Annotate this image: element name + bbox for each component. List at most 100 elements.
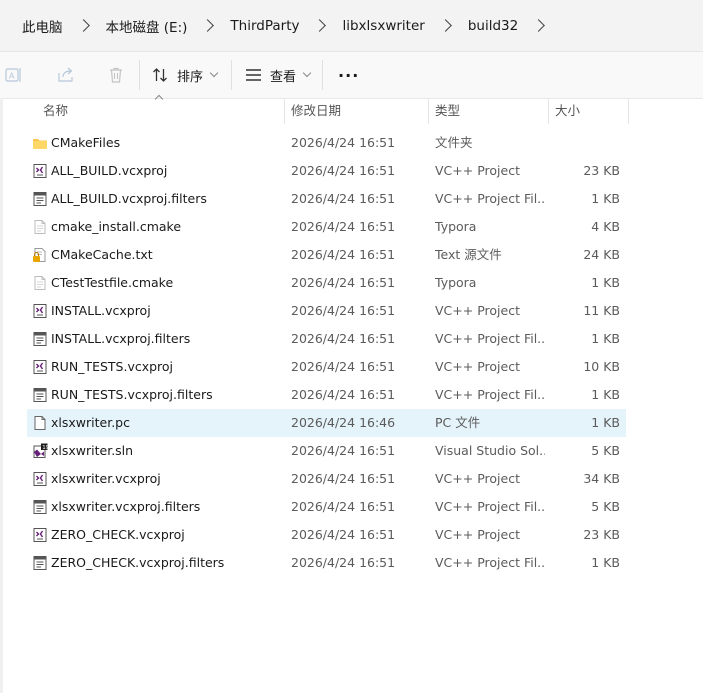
column-header-name[interactable]: 名称: [43, 98, 283, 124]
file-type: VC++ Project Fil...: [435, 331, 545, 346]
file-size: 1 KB: [591, 555, 620, 570]
file-row[interactable]: RUN_TESTS.vcxproj 2026/4/24 16:51 VC++ Pro…: [27, 353, 626, 381]
file-type: Typora: [435, 219, 477, 234]
chevron-right-icon[interactable]: [201, 19, 215, 32]
file-row[interactable]: ALL_BUILD.vcxproj 2026/4/24 16:51 VC++ Pro…: [27, 157, 626, 185]
more-icon: ···: [338, 65, 360, 85]
breadcrumb-item-thirdparty[interactable]: ThirdParty: [230, 18, 299, 34]
sln-icon: 19: [33, 443, 48, 458]
file-size: 10 KB: [583, 359, 620, 374]
sort-icon: [153, 68, 167, 82]
svg-text:A: A: [9, 72, 15, 81]
file-size: 1 KB: [591, 387, 620, 402]
file-row[interactable]: cmake_install.cmake 2026/4/24 16:51 Typora…: [27, 213, 626, 241]
file-name: INSTALL.vcxproj: [51, 303, 151, 318]
file-size: 23 KB: [583, 527, 620, 542]
breadcrumb-item-this-pc[interactable]: 此电脑: [22, 16, 63, 36]
file-name: CMakeFiles: [51, 135, 121, 150]
file-row[interactable]: CMakeFiles 2026/4/24 16:51 文件夹: [27, 129, 626, 157]
file-row[interactable]: xlsxwriter.pc 2026/4/24 16:46 PC 文件 1 KB: [27, 409, 626, 437]
file-date: 2026/4/24 16:46: [291, 415, 396, 430]
toolbar-divider: [231, 60, 233, 90]
rename-button[interactable]: A: [5, 60, 25, 90]
chevron-right-icon[interactable]: [76, 19, 90, 32]
generic-file-icon: [34, 276, 46, 290]
file-list: 名称 修改日期 类型 大小 CMakeFiles 2026/4/24 16:51 文…: [0, 94, 703, 693]
chevron-right-icon[interactable]: [313, 19, 327, 32]
filters-icon: [33, 500, 47, 514]
file-type: Typora: [435, 275, 477, 290]
file-row[interactable]: xlsxwriter.vcxproj.filters 2026/4/24 16:5…: [27, 493, 626, 521]
file-date: 2026/4/24 16:51: [291, 303, 396, 318]
column-divider[interactable]: [428, 98, 429, 124]
column-divider[interactable]: [284, 98, 285, 124]
breadcrumb: 此电脑 本地磁盘 (E:) ThirdParty libxlsxwriter b…: [0, 0, 703, 52]
file-name: INSTALL.vcxproj.filters: [51, 331, 191, 346]
chevron-right-icon[interactable]: [438, 19, 452, 32]
vcxproj-icon: [33, 472, 47, 486]
file-date: 2026/4/24 16:51: [291, 135, 396, 150]
file-row[interactable]: RUN_TESTS.vcxproj.filters 2026/4/24 16:51…: [27, 381, 626, 409]
file-date: 2026/4/24 16:51: [291, 555, 396, 570]
vcxproj-icon: [33, 528, 47, 542]
file-row[interactable]: INSTALL.vcxproj.filters 2026/4/24 16:51 VC…: [27, 325, 626, 353]
column-header-size[interactable]: 大小: [555, 98, 625, 124]
file-row[interactable]: CMakeCache.txt 2026/4/24 16:51 Text 源文件 24 …: [27, 241, 626, 269]
file-row[interactable]: xlsxwriter.vcxproj 2026/4/24 16:51 VC++ Pr…: [27, 465, 626, 493]
file-size: 4 KB: [591, 219, 620, 234]
file-name: CTestTestfile.cmake: [51, 275, 174, 290]
file-type: VC++ Project Fil...: [435, 387, 545, 402]
file-type: VC++ Project: [435, 303, 520, 318]
column-header-type[interactable]: 类型: [435, 98, 545, 124]
breadcrumb-item-drive-e[interactable]: 本地磁盘 (E:): [106, 16, 188, 36]
file-name: ZERO_CHECK.vcxproj.filters: [51, 555, 225, 570]
file-date: 2026/4/24 16:51: [291, 191, 396, 206]
file-size: 1 KB: [591, 275, 620, 290]
file-name: RUN_TESTS.vcxproj.filters: [51, 387, 213, 402]
file-size: 34 KB: [583, 471, 620, 486]
file-name: xlsxwriter.vcxproj.filters: [51, 499, 201, 514]
file-row[interactable]: CTestTestfile.cmake 2026/4/24 16:51 Typora…: [27, 269, 626, 297]
breadcrumb-item-libxlsxwriter[interactable]: libxlsxwriter: [342, 18, 424, 34]
sort-button[interactable]: 排序: [152, 60, 219, 90]
file-name: RUN_TESTS.vcxproj: [51, 359, 174, 374]
file-row[interactable]: INSTALL.vcxproj 2026/4/24 16:51 VC++ Proje…: [27, 297, 626, 325]
file-name: xlsxwriter.sln: [51, 443, 134, 458]
generic-file-icon: [34, 220, 46, 234]
file-date: 2026/4/24 16:51: [291, 359, 396, 374]
more-options-button[interactable]: ···: [338, 60, 359, 90]
view-button[interactable]: 查看: [245, 60, 312, 90]
column-header-date[interactable]: 修改日期: [291, 98, 421, 124]
vcxproj-icon: [33, 360, 47, 374]
column-divider[interactable]: [548, 98, 549, 124]
file-row[interactable]: ALL_BUILD.vcxproj.filters 2026/4/24 16:51…: [27, 185, 626, 213]
file-size: 23 KB: [583, 163, 620, 178]
file-name: xlsxwriter.vcxproj: [51, 471, 161, 486]
share-button[interactable]: [57, 60, 77, 90]
chevron-right-icon[interactable]: [532, 19, 546, 32]
file-name: xlsxwriter.pc: [51, 415, 130, 430]
file-date: 2026/4/24 16:51: [291, 163, 396, 178]
sort-label: 排序: [177, 69, 204, 85]
rename-icon: A: [5, 68, 21, 82]
file-type: VC++ Project: [435, 527, 520, 542]
file-date: 2026/4/24 16:51: [291, 527, 396, 542]
file-row[interactable]: 19 xlsxwriter.sln 2026/4/24 16:51 Visual St…: [27, 437, 626, 465]
file-type: VC++ Project Fil...: [435, 555, 545, 570]
file-date: 2026/4/24 16:51: [291, 275, 396, 290]
file-row[interactable]: ZERO_CHECK.vcxproj.filters 2026/4/24 16:5…: [27, 549, 626, 577]
file-row[interactable]: ZERO_CHECK.vcxproj 2026/4/24 16:51 VC++ Pr…: [27, 521, 626, 549]
command-bar: A 排序 查看 ···: [0, 52, 703, 99]
breadcrumb-item-build32[interactable]: build32: [468, 18, 518, 34]
file-name: cmake_install.cmake: [51, 219, 182, 234]
column-header-row: 名称 修改日期 类型 大小: [0, 94, 703, 124]
file-date: 2026/4/24 16:51: [291, 247, 396, 262]
filters-icon: [33, 332, 47, 346]
file-size: 5 KB: [591, 499, 620, 514]
trash-icon: [110, 67, 122, 83]
vcxproj-icon: [33, 304, 47, 318]
file-type: Visual Studio Sol...: [435, 443, 545, 458]
column-divider[interactable]: [628, 98, 629, 124]
txt-lock-icon: [33, 248, 46, 262]
delete-button[interactable]: [107, 60, 127, 90]
